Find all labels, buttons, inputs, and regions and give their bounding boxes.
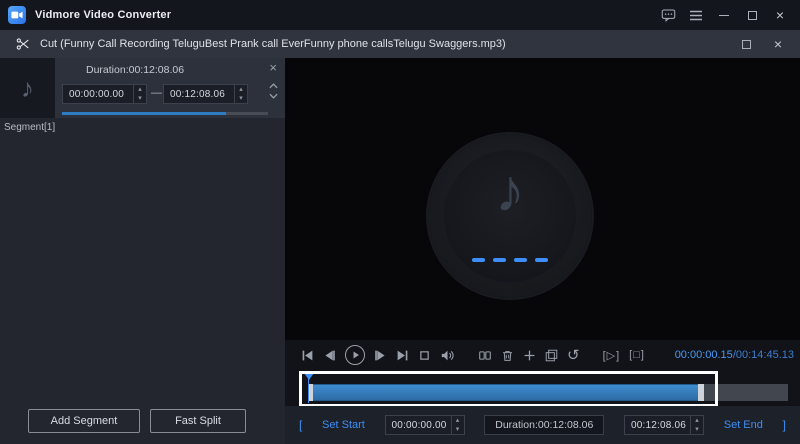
stop-icon[interactable] xyxy=(418,349,431,362)
trim-start-value: 00:00:00.00 xyxy=(386,416,451,434)
segment-stop-icon[interactable]: [□] xyxy=(629,349,645,361)
music-note-icon: ♪ xyxy=(21,73,34,104)
trim-end-field[interactable]: 00:12:08.06 ▴ ▾ xyxy=(624,415,704,435)
maximize-icon[interactable] xyxy=(734,32,758,56)
segment-end-field[interactable]: 00:12:08.06 ▴ ▾ xyxy=(163,84,248,104)
timeline-selected-range xyxy=(308,384,704,401)
segment-start-field[interactable]: 00:00:00.00 ▴ ▾ xyxy=(62,84,147,104)
audio-disc: ♪ xyxy=(428,134,592,298)
remove-segment-icon[interactable]: × xyxy=(269,60,277,75)
close-bracket-icon: ] xyxy=(783,418,786,432)
dash xyxy=(493,258,506,262)
titlebar-controls: × xyxy=(656,3,800,27)
app-title: Vidmore Video Converter xyxy=(35,9,171,21)
timeline-track[interactable] xyxy=(308,384,788,401)
chevron-up-icon[interactable] xyxy=(269,83,278,89)
reset-icon[interactable]: ↺ xyxy=(567,348,580,363)
dash xyxy=(535,258,548,262)
set-start-button[interactable]: Set Start xyxy=(322,419,365,431)
segment-reorder-controls xyxy=(269,83,278,99)
time-spinner: ▴ ▾ xyxy=(133,85,146,103)
scissors-icon xyxy=(16,37,30,51)
spinner-up-icon[interactable]: ▴ xyxy=(452,416,464,425)
copy-segment-icon[interactable] xyxy=(545,349,558,362)
segment-progress-fill xyxy=(62,112,226,115)
segment-list-label: Segment[1] xyxy=(4,122,55,133)
spinner-down-icon[interactable]: ▾ xyxy=(452,425,464,434)
dash xyxy=(514,258,527,262)
loading-dashes xyxy=(428,258,592,262)
segment-duration-label: Duration:00:12:08.06 xyxy=(86,64,184,76)
segment-progress-track xyxy=(62,112,268,115)
trim-bar: [ Set Start 00:00:00.00 ▴ ▾ Duration:00:… xyxy=(285,406,800,444)
set-end-button[interactable]: Set End xyxy=(724,419,763,431)
playhead-line xyxy=(308,379,309,403)
titlebar: Vidmore Video Converter × xyxy=(0,0,800,30)
open-bracket-icon: [ xyxy=(299,418,302,432)
segment-panel: ♪ Duration:00:12:08.06 × 00:00:00.00 ▴ ▾… xyxy=(0,58,285,444)
add-icon[interactable] xyxy=(523,349,536,362)
audio-thumbnail[interactable]: ♪ xyxy=(0,58,55,118)
segment-start-value: 00:00:00.00 xyxy=(63,85,133,103)
segment-play-icon[interactable]: [▷] xyxy=(603,349,621,362)
step-back-icon[interactable] xyxy=(323,349,336,362)
time-spinner: ▴ ▾ xyxy=(234,85,247,103)
feedback-icon[interactable] xyxy=(656,3,680,27)
current-time: 00:00:00.15 xyxy=(675,349,733,361)
app-window: Vidmore Video Converter × Cut (Funny Cal… xyxy=(0,0,800,444)
trim-start-field[interactable]: 00:00:00.00 ▴ ▾ xyxy=(385,415,465,435)
spinner-down-icon[interactable]: ▾ xyxy=(235,94,247,103)
chevron-down-icon[interactable] xyxy=(269,93,278,99)
cut-dialog-controls: × xyxy=(734,32,800,56)
fast-split-button[interactable]: Fast Split xyxy=(150,409,246,433)
music-note-icon: ♪ xyxy=(428,156,592,225)
player-controls: ↺ [▷] [□] xyxy=(301,342,645,368)
delete-segment-icon[interactable] xyxy=(501,349,514,362)
segment-end-value: 00:12:08.06 xyxy=(164,85,234,103)
add-segment-button[interactable]: Add Segment xyxy=(28,409,140,433)
range-separator: — xyxy=(151,87,162,99)
skip-end-icon[interactable] xyxy=(396,349,409,362)
playhead-marker[interactable] xyxy=(304,373,314,380)
close-icon[interactable]: × xyxy=(768,3,792,27)
volume-icon[interactable] xyxy=(440,349,455,362)
spinner-up-icon[interactable]: ▴ xyxy=(691,416,703,425)
cut-dialog-title: Cut (Funny Call Recording TeluguBest Pra… xyxy=(40,38,506,50)
maximize-icon[interactable] xyxy=(740,3,764,27)
step-forward-icon[interactable] xyxy=(374,349,387,362)
menu-icon[interactable] xyxy=(684,3,708,27)
spinner-up-icon[interactable]: ▴ xyxy=(134,85,146,94)
split-segment-icon[interactable] xyxy=(478,349,492,362)
total-time: 00:14:45.13 xyxy=(736,349,794,361)
play-button[interactable] xyxy=(345,345,365,365)
close-icon[interactable]: × xyxy=(766,32,790,56)
player-bottom-area: ↺ [▷] [□] 00:00:00.15 / 00:14:45.13 [ Se… xyxy=(285,340,800,444)
trim-duration-label: Duration:00:12:08.06 xyxy=(484,415,604,435)
preview-area: ♪ xyxy=(285,58,800,340)
spinner-down-icon[interactable]: ▾ xyxy=(691,425,703,434)
spinner-up-icon[interactable]: ▴ xyxy=(235,85,247,94)
dash xyxy=(472,258,485,262)
time-spinner: ▴ ▾ xyxy=(451,416,464,434)
minimize-icon[interactable] xyxy=(712,3,736,27)
segment-editor: ♪ Duration:00:12:08.06 × 00:00:00.00 ▴ ▾… xyxy=(0,58,285,118)
playback-time-display: 00:00:00.15 / 00:14:45.13 xyxy=(675,342,794,368)
trim-end-value: 00:12:08.06 xyxy=(625,416,690,434)
trim-end-handle[interactable] xyxy=(698,384,704,401)
time-spinner: ▴ ▾ xyxy=(690,416,703,434)
cut-dialog-header: Cut (Funny Call Recording TeluguBest Pra… xyxy=(0,30,800,58)
spinner-down-icon[interactable]: ▾ xyxy=(134,94,146,103)
skip-start-icon[interactable] xyxy=(301,349,314,362)
app-logo-icon xyxy=(8,6,26,24)
